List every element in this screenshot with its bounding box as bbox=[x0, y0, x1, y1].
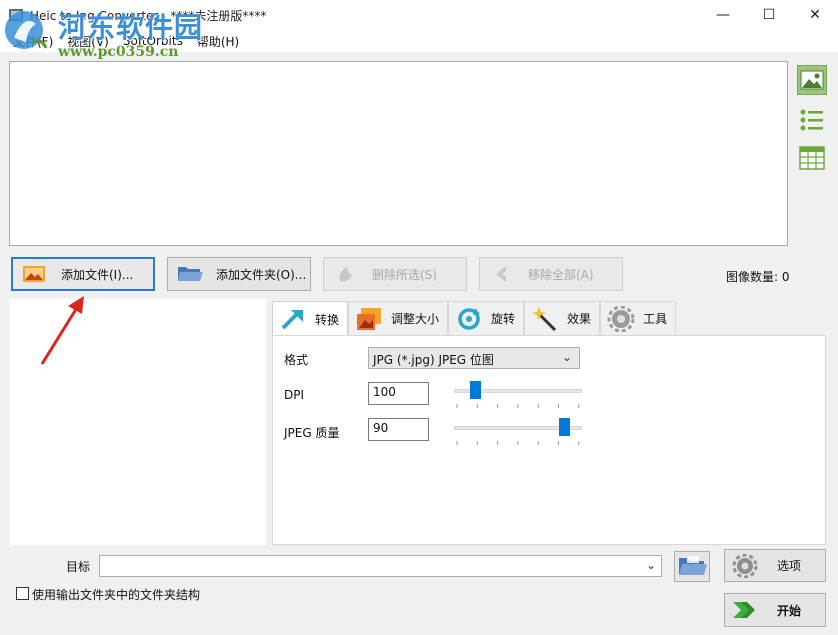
options-button[interactable]: 选项 bbox=[724, 549, 826, 582]
browse-folder-button[interactable] bbox=[674, 551, 710, 582]
open-folder-icon bbox=[679, 556, 707, 575]
format-select[interactable]: JPG (*.jpg) JPEG 位图 bbox=[368, 347, 580, 369]
image-count: 图像数量: 0 bbox=[726, 270, 790, 284]
add-folder-label: 添加文件夹(O)... bbox=[216, 267, 307, 282]
start-button[interactable]: 开始 bbox=[724, 593, 826, 627]
watermark-logo-icon bbox=[5, 11, 48, 49]
dpi-label: DPI bbox=[284, 388, 305, 402]
back-arrow-icon bbox=[496, 266, 506, 282]
tab-resize-label: 调整大小 bbox=[391, 312, 440, 326]
dpi-input[interactable]: 100 bbox=[368, 382, 429, 405]
options-gear-icon bbox=[732, 553, 758, 578]
options-label: 选项 bbox=[777, 559, 802, 573]
start-arrow-icon bbox=[733, 602, 755, 618]
thumbnail-view-icon[interactable] bbox=[797, 65, 827, 95]
tab-convert[interactable]: 转换 bbox=[272, 301, 349, 336]
eraser-icon bbox=[339, 267, 352, 282]
remove-all-button[interactable]: 移除全部(A) bbox=[479, 257, 623, 291]
folder-icon bbox=[178, 267, 203, 281]
quality-slider-ticks bbox=[456, 441, 580, 445]
keep-structure-label: 使用输出文件夹中的文件夹结构 bbox=[32, 588, 201, 602]
tab-strip: 转换 调整大小 旋转 效果 工具 bbox=[272, 301, 677, 336]
start-label: 开始 bbox=[777, 603, 802, 618]
add-files-button[interactable]: 添加文件(I)... bbox=[11, 257, 155, 291]
remove-selected-label: 删除所选(S) bbox=[372, 267, 437, 282]
target-chevron-down-icon[interactable]: ⌄ bbox=[646, 558, 656, 572]
target-input[interactable] bbox=[99, 555, 662, 577]
tab-convert-label: 转换 bbox=[315, 312, 340, 327]
jpeg-quality-label: JPEG 质量 bbox=[284, 426, 340, 440]
dpi-slider-ticks bbox=[456, 404, 580, 408]
quality-slider-thumb[interactable] bbox=[559, 418, 571, 436]
red-arrow-annotation bbox=[40, 296, 84, 365]
tab-rotate[interactable]: 旋转 bbox=[448, 301, 525, 335]
resize-icon bbox=[357, 307, 382, 330]
chevron-down-icon[interactable]: ⌄ bbox=[562, 350, 572, 364]
table-view-icon[interactable] bbox=[797, 145, 827, 171]
remove-all-label: 移除全部(A) bbox=[528, 267, 594, 282]
tab-effects-label: 效果 bbox=[567, 312, 592, 326]
tab-tools[interactable]: 工具 bbox=[600, 301, 677, 335]
keep-structure-checkbox[interactable] bbox=[16, 587, 29, 600]
magic-wand-icon bbox=[532, 306, 557, 331]
gear-icon bbox=[607, 305, 635, 332]
add-folder-button[interactable]: 添加文件夹(O)... bbox=[167, 257, 311, 291]
remove-selected-button[interactable]: 删除所选(S) bbox=[323, 257, 467, 291]
tab-tools-label: 工具 bbox=[643, 312, 668, 326]
close-button[interactable]: ✕ bbox=[792, 0, 838, 30]
target-label: 目标 bbox=[66, 560, 91, 574]
tab-resize[interactable]: 调整大小 bbox=[348, 301, 449, 335]
list-view-icon[interactable] bbox=[797, 107, 827, 133]
image-list-area[interactable] bbox=[9, 61, 788, 246]
tab-rotate-label: 旋转 bbox=[491, 312, 516, 326]
watermark-text: 河东软件园 bbox=[58, 11, 204, 44]
convert-arrow-icon bbox=[281, 310, 303, 330]
add-files-label: 添加文件(I)... bbox=[61, 267, 134, 282]
dpi-slider-thumb[interactable] bbox=[470, 381, 482, 399]
image-file-icon bbox=[23, 266, 45, 282]
format-label: 格式 bbox=[284, 353, 309, 367]
minimize-button[interactable]: — bbox=[700, 0, 746, 30]
maximize-button[interactable]: ☐ bbox=[746, 0, 792, 30]
tab-effects[interactable]: 效果 bbox=[524, 301, 601, 335]
rotate-icon bbox=[458, 307, 481, 330]
jpeg-quality-input[interactable]: 90 bbox=[368, 418, 429, 441]
watermark-url: www.pc0359.cn bbox=[58, 44, 179, 60]
